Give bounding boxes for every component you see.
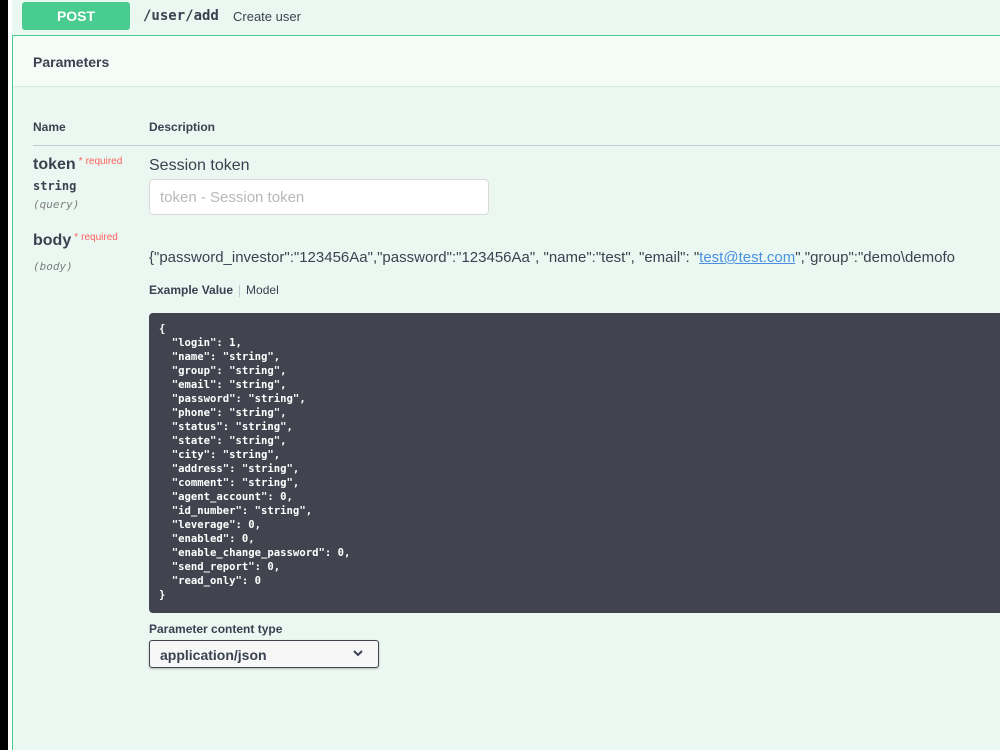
- param-location-body: (body): [33, 260, 73, 273]
- tab-divider: [239, 284, 241, 297]
- example-code-block[interactable]: { "login": 1, "name": "string", "group":…: [149, 313, 1000, 613]
- param-name-body: body * required: [33, 232, 118, 250]
- content-type-select[interactable]: application/json: [149, 640, 379, 668]
- token-input[interactable]: [149, 179, 489, 215]
- tab-model[interactable]: Model: [246, 283, 279, 297]
- required-label: required: [81, 232, 118, 243]
- required-star: *: [78, 156, 83, 167]
- param-name-token: token * required: [33, 156, 122, 174]
- method-badge[interactable]: POST: [22, 2, 130, 30]
- operation-header[interactable]: POST /user/add Create user: [12, 0, 1000, 36]
- param-location-token: (query): [33, 198, 80, 211]
- operation-path: /user/add: [143, 8, 219, 24]
- column-header-name: Name: [33, 120, 66, 134]
- param-description-token: Session token: [149, 157, 250, 174]
- body-value-suffix: ","group":"demo\demofo: [795, 249, 955, 266]
- required-star: *: [74, 232, 79, 243]
- parameters-section-header: Parameters: [13, 36, 1000, 87]
- param-type-token: string: [33, 179, 77, 193]
- column-header-description: Description: [149, 120, 216, 134]
- content-type-label: Parameter content type: [149, 622, 283, 636]
- operation-summary: Create user: [233, 9, 301, 24]
- content-type-value: application/json: [160, 647, 267, 663]
- swagger-page: POST /user/add Create user Parameters Na…: [8, 0, 1000, 750]
- email-link[interactable]: test@test.com: [699, 249, 795, 266]
- example-tabs: Example Value Model: [149, 283, 279, 297]
- header-divider: [33, 145, 1000, 146]
- operation-body: Parameters Name Description token * requir…: [12, 36, 1000, 750]
- body-value[interactable]: {"password_investor":"123456Aa","passwor…: [149, 249, 1000, 266]
- example-code: { "login": 1, "name": "string", "group":…: [159, 323, 351, 601]
- chevron-down-icon: [353, 650, 363, 657]
- tab-example-value[interactable]: Example Value: [149, 283, 233, 297]
- body-value-prefix: {"password_investor":"123456Aa","passwor…: [149, 249, 700, 266]
- section-title: Parameters: [33, 54, 110, 70]
- required-label: required: [85, 156, 123, 167]
- param-name-text: body: [33, 232, 72, 249]
- param-name-text: token: [33, 156, 76, 173]
